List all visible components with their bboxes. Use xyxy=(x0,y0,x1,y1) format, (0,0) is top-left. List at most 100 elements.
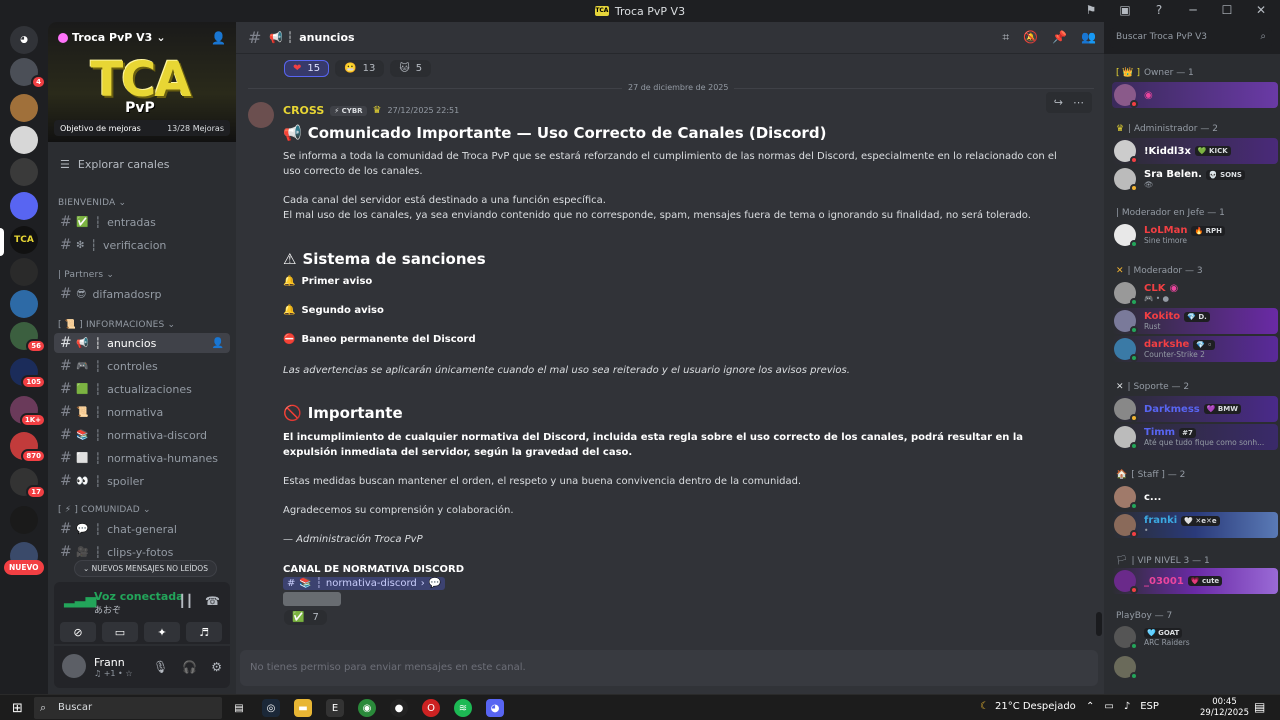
invite-icon[interactable]: 👤 xyxy=(211,31,226,45)
forward-icon[interactable]: ↪ xyxy=(1054,96,1063,109)
channel-normativa-humanes[interactable]: # ⬜ ┆ normativa-humanes xyxy=(54,448,230,468)
browse-channels[interactable]: ☰ Explorar canales xyxy=(60,158,169,171)
server-icon[interactable] xyxy=(10,258,38,286)
username[interactable]: Frann xyxy=(94,656,125,669)
server-icon[interactable]: 56 xyxy=(10,322,46,353)
category-comunidad[interactable]: [ ⚡ ] COMUNIDAD ⌄ xyxy=(58,505,151,515)
scrollbar[interactable] xyxy=(1096,612,1102,636)
headphones-icon[interactable]: 🎧 xyxy=(182,660,197,674)
member-item[interactable]: Sra Belen. 💀 SONS 👁 xyxy=(1112,166,1278,192)
channel-difamadosrp[interactable]: # 😎 difamadosrp xyxy=(54,284,230,304)
disconnect-icon[interactable]: ☎ xyxy=(205,594,220,608)
file-explorer-icon[interactable]: ▬ xyxy=(294,699,312,717)
channel-chat-general[interactable]: # 💬 ┆ chat-general xyxy=(54,519,230,539)
notifications-icon[interactable]: ▤ xyxy=(1254,700,1265,714)
member-item[interactable]: franki 🤍 ✕e✕e • xyxy=(1112,512,1278,538)
discord-taskbar-icon[interactable]: ◕ xyxy=(486,699,504,717)
noise-suppression-icon[interactable]: ┃┃ xyxy=(179,594,193,608)
channel-anuncios[interactable]: # 📢 ┆ anuncios 👤 xyxy=(54,333,230,353)
voice-status[interactable]: Voz conectada xyxy=(94,590,184,603)
server-icon[interactable] xyxy=(10,158,38,186)
windows-start-icon[interactable]: ⊞ xyxy=(12,701,23,716)
clock[interactable]: 00:45 29/12/2025 xyxy=(1200,697,1249,719)
member-item[interactable]: CLK ◉ 🎮 • ● xyxy=(1112,280,1278,306)
minimize-button[interactable]: ─ xyxy=(1186,3,1200,17)
epic-games-icon[interactable]: E xyxy=(326,699,344,717)
member-item[interactable]: ◉ xyxy=(1112,82,1278,108)
reaction[interactable]: ❤ 15 xyxy=(284,60,330,77)
threads-icon[interactable]: ⌗ xyxy=(1002,30,1009,45)
opera-icon[interactable]: O xyxy=(422,699,440,717)
inbox-icon[interactable]: ⚑ xyxy=(1084,3,1098,17)
member-list-icon[interactable]: 👥 xyxy=(1081,30,1096,45)
member-item[interactable]: Darkmess 💜 BMW xyxy=(1112,396,1278,422)
server-icon-troca[interactable]: TCA xyxy=(10,226,38,254)
screen-icon[interactable]: ▣ xyxy=(1118,3,1132,17)
server-icon[interactable] xyxy=(10,506,38,534)
server-icon[interactable]: 17 xyxy=(10,468,46,499)
new-badge[interactable]: NUEVO xyxy=(4,560,44,575)
network-icon[interactable]: ▭ xyxy=(1104,701,1113,712)
member-item[interactable] xyxy=(1112,654,1278,680)
activities-button[interactable]: ✦ xyxy=(144,622,180,642)
taskbar-search[interactable]: ⌕ Buscar xyxy=(34,697,222,719)
close-button[interactable]: ✕ xyxy=(1254,3,1268,17)
server-icon[interactable]: 4 xyxy=(10,58,46,89)
channel-clips-y-fotos[interactable]: # 🎥 ┆ clips-y-fotos xyxy=(54,542,230,562)
volume-icon[interactable]: ♪ xyxy=(1124,701,1130,712)
category-informaciones[interactable]: [ 📜 ] INFORMACIONES ⌄ xyxy=(58,320,175,330)
folder-icon[interactable] xyxy=(10,192,38,220)
spoiler-block[interactable] xyxy=(283,592,341,606)
member-item[interactable]: darkshe 💎 ◦ Counter-Strike 2 xyxy=(1112,336,1278,362)
server-icon[interactable]: 1K+ xyxy=(10,396,46,427)
reaction[interactable]: 🐱 5 xyxy=(390,60,432,77)
channel-spoiler[interactable]: # 👀 ┆ spoiler xyxy=(54,471,230,491)
server-icon[interactable]: 105 xyxy=(10,358,46,389)
spotify-icon[interactable]: ≋ xyxy=(454,699,472,717)
search-input[interactable]: Buscar Troca PvP V3 ⌕ xyxy=(1110,28,1272,48)
language-indicator[interactable]: ESP xyxy=(1140,701,1159,712)
chevron-up-icon[interactable]: ⌃ xyxy=(1086,701,1094,712)
task-view-icon[interactable]: ▤ xyxy=(230,699,248,717)
pin-icon[interactable]: 📌 xyxy=(1052,30,1067,45)
steam-icon[interactable]: ◎ xyxy=(262,699,280,717)
notifications-off-icon[interactable]: 🔕 xyxy=(1023,30,1038,45)
server-name-button[interactable]: Troca PvP V3 ⌄ xyxy=(58,31,166,44)
avatar[interactable] xyxy=(62,654,86,678)
reaction[interactable]: 😬 13 xyxy=(335,60,385,77)
microphone-icon[interactable]: 🎙 xyxy=(153,660,168,674)
add-member-icon[interactable]: 👤 xyxy=(212,338,224,349)
member-item[interactable]: LoLMan 🔥 RPH Sine timore xyxy=(1112,222,1278,248)
channel-controles[interactable]: # 🎮 ┆ controles xyxy=(54,356,230,376)
message-author[interactable]: CROSS xyxy=(283,104,324,117)
boost-goal-bar[interactable]: Objetivo de mejoras 13/28 Mejoras xyxy=(54,120,230,136)
help-icon[interactable]: ? xyxy=(1152,3,1166,17)
channel-actualizaciones[interactable]: # 🟩 ┆ actualizaciones xyxy=(54,379,230,399)
maximize-button[interactable]: ☐ xyxy=(1220,3,1234,17)
member-item[interactable]: 🩵 GOAT ARC Raiders xyxy=(1112,624,1278,650)
member-item[interactable]: !Kiddl3x 💚 KICK xyxy=(1112,138,1278,164)
camera-off-button[interactable]: ⊘ xyxy=(60,622,96,642)
channel-mention[interactable]: # 📚 ┆ normativa-discord › 💬 xyxy=(283,577,446,590)
avatar[interactable] xyxy=(248,102,274,128)
member-item[interactable]: Timm #7 Até que tudo fique como sonh... xyxy=(1112,424,1278,450)
member-item[interactable]: Kokito 💎 D. Rust xyxy=(1112,308,1278,334)
gear-icon[interactable]: ⚙ xyxy=(211,660,222,674)
server-icon[interactable] xyxy=(10,94,38,122)
server-icon[interactable]: 870 xyxy=(10,432,46,463)
channel-normativa[interactable]: # 📜 ┆ normativa xyxy=(54,402,230,422)
member-item[interactable]: _03001 💗 cute xyxy=(1112,568,1278,594)
member-item[interactable]: c... xyxy=(1112,484,1278,510)
screen-share-button[interactable]: ▭ xyxy=(102,622,138,642)
category-bienvenida[interactable]: BIENVENIDA ⌄ xyxy=(58,198,126,208)
channel-normativa-discord[interactable]: # 📚 ┆ normativa-discord xyxy=(54,425,230,445)
channel-entradas[interactable]: # ✅ ┆ entradas xyxy=(54,212,230,232)
more-options-icon[interactable]: ⋯ xyxy=(1073,96,1084,109)
channel-verificacion[interactable]: # ❇ ┆ verificacion xyxy=(54,235,230,255)
category-partners[interactable]: | Partners ⌄ xyxy=(58,270,114,280)
server-icon[interactable] xyxy=(10,126,38,154)
weather-widget[interactable]: ☾ 21°C Despejado xyxy=(980,701,1076,712)
soundboard-button[interactable]: ♬ xyxy=(186,622,222,642)
discord-home-icon[interactable]: ◕ xyxy=(10,26,38,54)
reaction[interactable]: ✅ 7 xyxy=(284,610,327,625)
